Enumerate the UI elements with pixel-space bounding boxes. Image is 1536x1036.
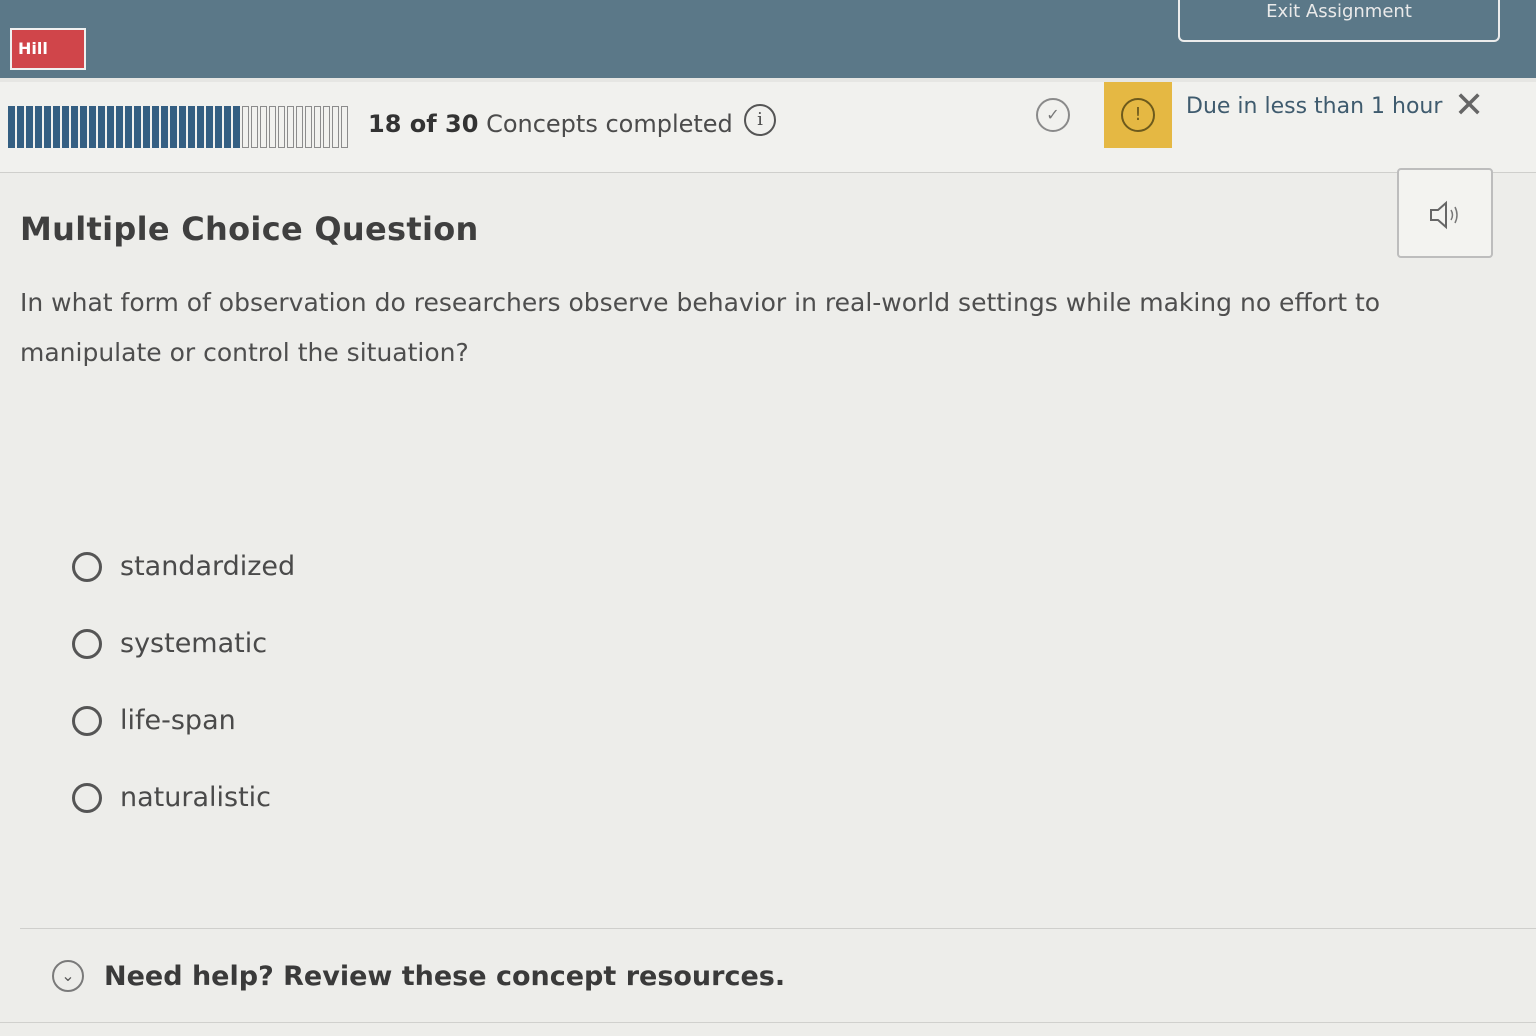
progress-segment <box>233 106 240 148</box>
progress-segment <box>224 106 231 148</box>
bottom-divider <box>0 1022 1536 1023</box>
progress-segment <box>44 106 51 148</box>
progress-count: 18 of 30 <box>368 110 479 138</box>
progress-segment <box>296 106 303 148</box>
progress-row: 18 of 30 Concepts completed i ✓ ! Due in… <box>0 82 1536 173</box>
progress-segment <box>332 106 339 148</box>
publisher-logo: Hill <box>10 28 86 70</box>
progress-segment <box>314 106 321 148</box>
progress-segment <box>17 106 24 148</box>
progress-segment <box>287 106 294 148</box>
option-label[interactable]: standardized <box>120 551 295 582</box>
answer-option[interactable]: life-span <box>72 682 295 759</box>
question-text: In what form of observation do researche… <box>20 288 1381 367</box>
answer-option[interactable]: naturalistic <box>72 759 295 836</box>
option-label[interactable]: naturalistic <box>120 782 271 813</box>
radio-button[interactable] <box>72 705 102 736</box>
answer-option[interactable]: standardized <box>72 528 295 605</box>
progress-segment <box>71 106 78 148</box>
progress-segment <box>107 106 114 148</box>
answer-option[interactable]: systematic <box>72 605 295 682</box>
progress-segment <box>305 106 312 148</box>
progress-segment <box>323 106 330 148</box>
progress-segment <box>170 106 177 148</box>
progress-segment <box>197 106 204 148</box>
check-circle-icon[interactable]: ✓ <box>1036 98 1070 132</box>
exit-assignment-button[interactable]: Exit Assignment <box>1178 0 1500 42</box>
progress-segment <box>161 106 168 148</box>
close-icon[interactable]: ✕ <box>1454 86 1484 126</box>
progress-segment <box>206 106 213 148</box>
radio-button[interactable] <box>72 551 102 582</box>
due-alert-badge[interactable]: ! <box>1104 82 1172 148</box>
progress-segment <box>278 106 285 148</box>
read-aloud-button[interactable] <box>1397 168 1493 258</box>
radio-button[interactable] <box>72 782 102 813</box>
section-divider <box>20 928 1536 929</box>
progress-segment <box>62 106 69 148</box>
app-header: Hill Exit Assignment <box>0 0 1536 82</box>
progress-segment <box>269 106 276 148</box>
help-text[interactable]: Need help? Review these concept resource… <box>104 961 785 992</box>
answer-options: standardized systematic life-span natura… <box>72 528 295 836</box>
progress-segment <box>125 106 132 148</box>
progress-segment <box>152 106 159 148</box>
progress-segment <box>53 106 60 148</box>
radio-button[interactable] <box>72 628 102 659</box>
progress-text: 18 of 30 Concepts completed <box>368 110 733 138</box>
progress-segment <box>242 106 249 148</box>
progress-segment <box>8 106 15 148</box>
progress-segment <box>35 106 42 148</box>
progress-segment <box>134 106 141 148</box>
progress-segment <box>188 106 195 148</box>
due-date-text: Due in less than 1 hour <box>1186 94 1443 119</box>
progress-segment <box>341 106 348 148</box>
speaker-icon <box>1430 200 1458 230</box>
progress-segment <box>26 106 33 148</box>
option-label[interactable]: systematic <box>120 628 267 659</box>
progress-segment <box>80 106 87 148</box>
chevron-down-icon: ⌄ <box>52 960 84 992</box>
progress-segment <box>179 106 186 148</box>
progress-segment <box>98 106 105 148</box>
info-icon[interactable]: i <box>744 104 776 136</box>
progress-label: Concepts completed <box>478 110 733 138</box>
concept-resources-toggle[interactable]: ⌄ Need help? Review these concept resour… <box>52 960 785 992</box>
alert-icon: ! <box>1121 98 1155 132</box>
option-label[interactable]: life-span <box>120 705 236 736</box>
progress-segment <box>251 106 258 148</box>
progress-segment <box>215 106 222 148</box>
progress-segment <box>143 106 150 148</box>
progress-segment <box>89 106 96 148</box>
concepts-progress-bar <box>8 106 350 148</box>
progress-segment <box>116 106 123 148</box>
progress-segment <box>260 106 267 148</box>
question-type-title: Multiple Choice Question <box>20 210 479 248</box>
